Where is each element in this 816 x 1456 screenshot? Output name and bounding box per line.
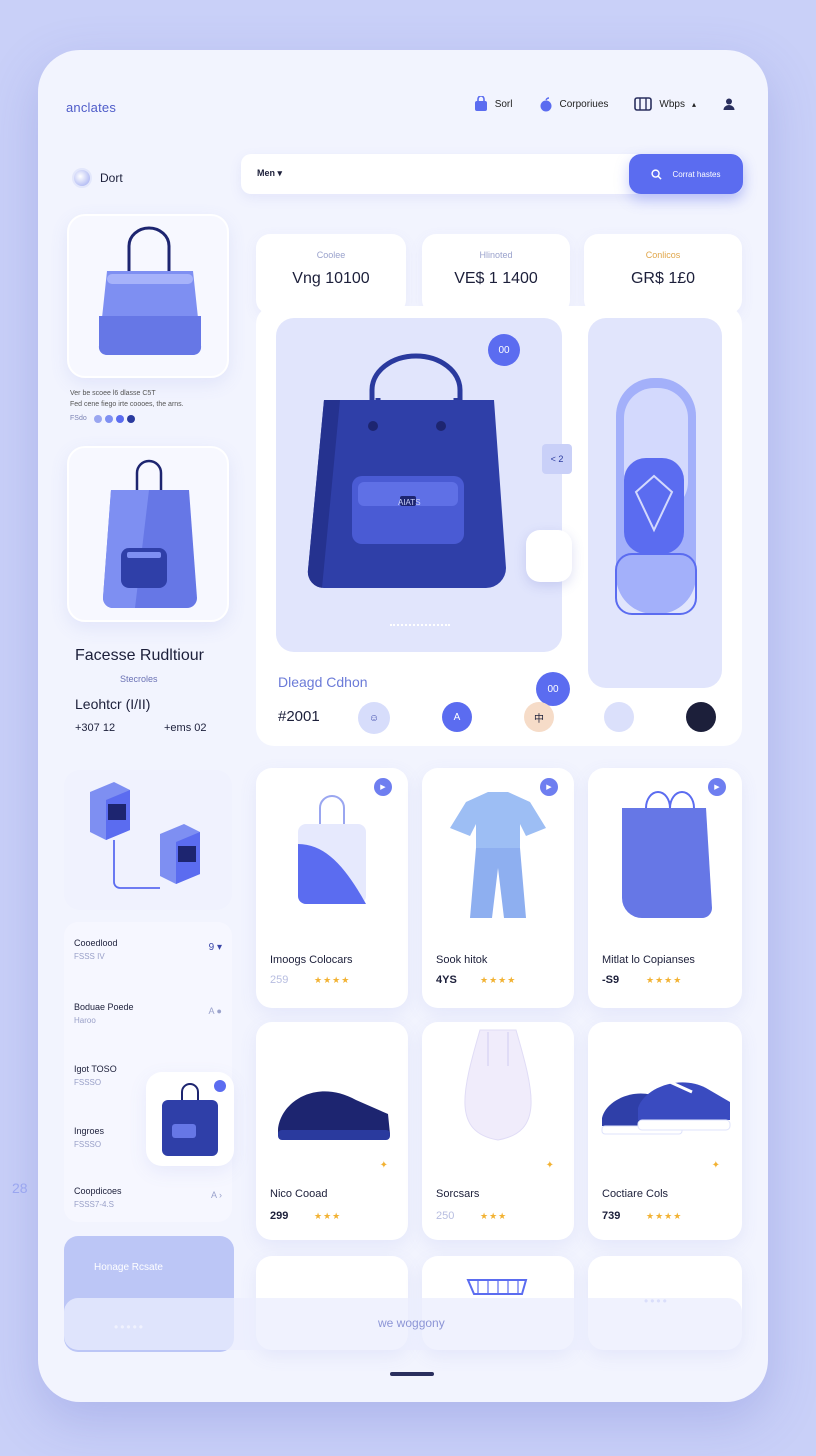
side-badge[interactable]: < 2 — [542, 444, 572, 474]
pajama-icon — [450, 792, 546, 918]
product-card[interactable]: ▶ Imoogs Colocars 259 ★★★★ — [256, 768, 408, 1008]
footer-label[interactable]: we woggony — [378, 1316, 445, 1330]
nav-item-sorl[interactable]: Sorl — [474, 96, 513, 112]
shopper-bag-icon — [622, 791, 712, 918]
bottom-badge[interactable]: 00 — [536, 672, 570, 706]
swatch-c[interactable] — [604, 702, 634, 732]
list-item[interactable]: Coopdicoes FSSS7-4.S A › — [74, 1186, 222, 1209]
nav-label: Wbps — [659, 98, 685, 110]
feature-label: Leohtcr (I/II) — [75, 696, 151, 712]
sidebar-description: Ver be scoee l6 dlasse C5T Fed cene fieg… — [70, 390, 184, 423]
category-dropdown[interactable]: Men ▾ — [257, 168, 282, 179]
popover-bag-card[interactable] — [146, 1072, 234, 1166]
pouch-icon — [464, 1029, 532, 1141]
edge-label: 28 — [12, 1180, 28, 1196]
box-illustration-icon — [90, 782, 200, 889]
bag-icon — [474, 96, 487, 111]
color-dot[interactable] — [104, 414, 113, 423]
avatar — [72, 168, 92, 188]
feature-subtitle: Stecroles — [120, 674, 158, 684]
app-window: anclates Sorl Corporiues Wbps ▴ Dort Men… — [38, 50, 768, 1402]
promo-label: Honage Rcsate — [94, 1262, 163, 1273]
product-card[interactable]: ▶ Mitlat lo Copianses -S9 ★★★★ — [588, 768, 742, 1008]
pocket-text: AIATS — [398, 498, 421, 507]
grid-icon — [634, 97, 653, 111]
user-name: Dort — [100, 171, 123, 185]
user-chip[interactable]: Dort — [72, 168, 123, 188]
rating-stars: ★★★★ — [314, 975, 351, 985]
hero-shoe-stage[interactable] — [588, 318, 722, 688]
product-card[interactable]: ✦ Coctiare Cols 739 ★★★★ — [588, 1022, 742, 1240]
handbag-icon — [98, 226, 202, 356]
search-button[interactable]: Corrat hastes — [629, 154, 743, 194]
color-dot[interactable] — [115, 414, 124, 423]
ticket-icon[interactable]: ✦ — [546, 1160, 554, 1171]
tote-bag-icon — [307, 353, 506, 589]
ticket-icon[interactable]: ✦ — [380, 1160, 388, 1171]
swatch-a[interactable]: A — [442, 702, 472, 732]
collection-name: Dleagd Cdhon — [278, 674, 368, 690]
swatch-d[interactable] — [686, 702, 716, 732]
rating-stars: ★★★ — [314, 1211, 342, 1221]
hero-panel: AIATS 00 < 2 00 Dleagd Cdhon #2001 ☺ A 中 — [256, 306, 742, 746]
color-dot[interactable] — [126, 414, 135, 423]
stat-card-1[interactable]: Coolee Vng 10100 — [256, 234, 406, 314]
product-card[interactable]: ✦ Nico Cooad 299 ★★★ — [256, 1022, 408, 1240]
product-card[interactable]: ✦ Sorcsars 250 ★★★ — [422, 1022, 574, 1240]
rating-stars: ★★★★ — [480, 975, 517, 985]
slider-tab[interactable] — [526, 530, 572, 582]
product-card[interactable]: ▶ Sook hitok 4YS ★★★★ — [422, 768, 574, 1008]
hero-dots — [390, 624, 450, 626]
hero-badge[interactable]: 00 — [488, 334, 520, 366]
brand-logo[interactable]: anclates — [66, 100, 116, 115]
stat-card-3[interactable]: Conlicos GR$ 1£0 — [584, 234, 742, 314]
tote-bag-icon — [298, 795, 366, 904]
dots-label: FSdo — [70, 415, 87, 422]
isometric-boxes — [64, 770, 232, 910]
stat-card-2[interactable]: Hlinoted VE$ 1 1400 — [422, 234, 570, 314]
rating-stars: ★★★★ — [646, 975, 683, 985]
search-bar[interactable]: Men ▾ Corrat hastes — [241, 154, 743, 194]
ticket-icon[interactable]: ✦ — [712, 1160, 720, 1171]
chevron-down-icon: ▾ — [277, 168, 283, 178]
shoes-icon — [601, 1074, 731, 1135]
feature-stat-right: +ems 02 — [164, 722, 207, 734]
list-item[interactable]: Cooedlood FSSS IV 9 ▾ — [74, 938, 222, 961]
swatch-b[interactable]: 中 — [524, 702, 554, 732]
sneaker-icon — [278, 1091, 390, 1140]
rating-stars: ★★★ — [480, 1211, 508, 1221]
shopper-bag-icon — [103, 459, 197, 608]
nav-label: Corporiues — [559, 98, 609, 110]
swatch-smile[interactable]: ☺ — [358, 702, 390, 734]
nav-label: Sorl — [494, 98, 513, 110]
apple-icon — [540, 96, 551, 111]
rating-stars: ★★★★ — [646, 1211, 683, 1221]
thumb-bag-2[interactable] — [67, 446, 229, 622]
shoe-icon — [615, 378, 697, 615]
popover-badge — [214, 1080, 226, 1092]
hero-bag-stage[interactable]: AIATS 00 — [276, 318, 562, 652]
color-dot[interactable] — [93, 414, 102, 423]
nav-item-corporiues[interactable]: Corporiues — [539, 96, 609, 112]
home-indicator[interactable] — [390, 1372, 434, 1376]
top-nav: Sorl Corporiues Wbps ▴ — [474, 96, 736, 112]
nav-item-wbps[interactable]: Wbps ▴ — [634, 97, 696, 111]
list-item[interactable]: Boduae Poede Haroo A ● — [74, 1002, 222, 1025]
feature-stat-left: +307 12 — [75, 722, 116, 734]
feature-title: Facesse Rudltiour — [75, 647, 204, 664]
thumb-bag-1[interactable] — [67, 214, 229, 378]
product-code: #2001 — [278, 708, 320, 725]
search-icon — [651, 168, 663, 180]
caret-icon: ▴ — [691, 99, 696, 109]
user-icon[interactable] — [722, 97, 736, 111]
